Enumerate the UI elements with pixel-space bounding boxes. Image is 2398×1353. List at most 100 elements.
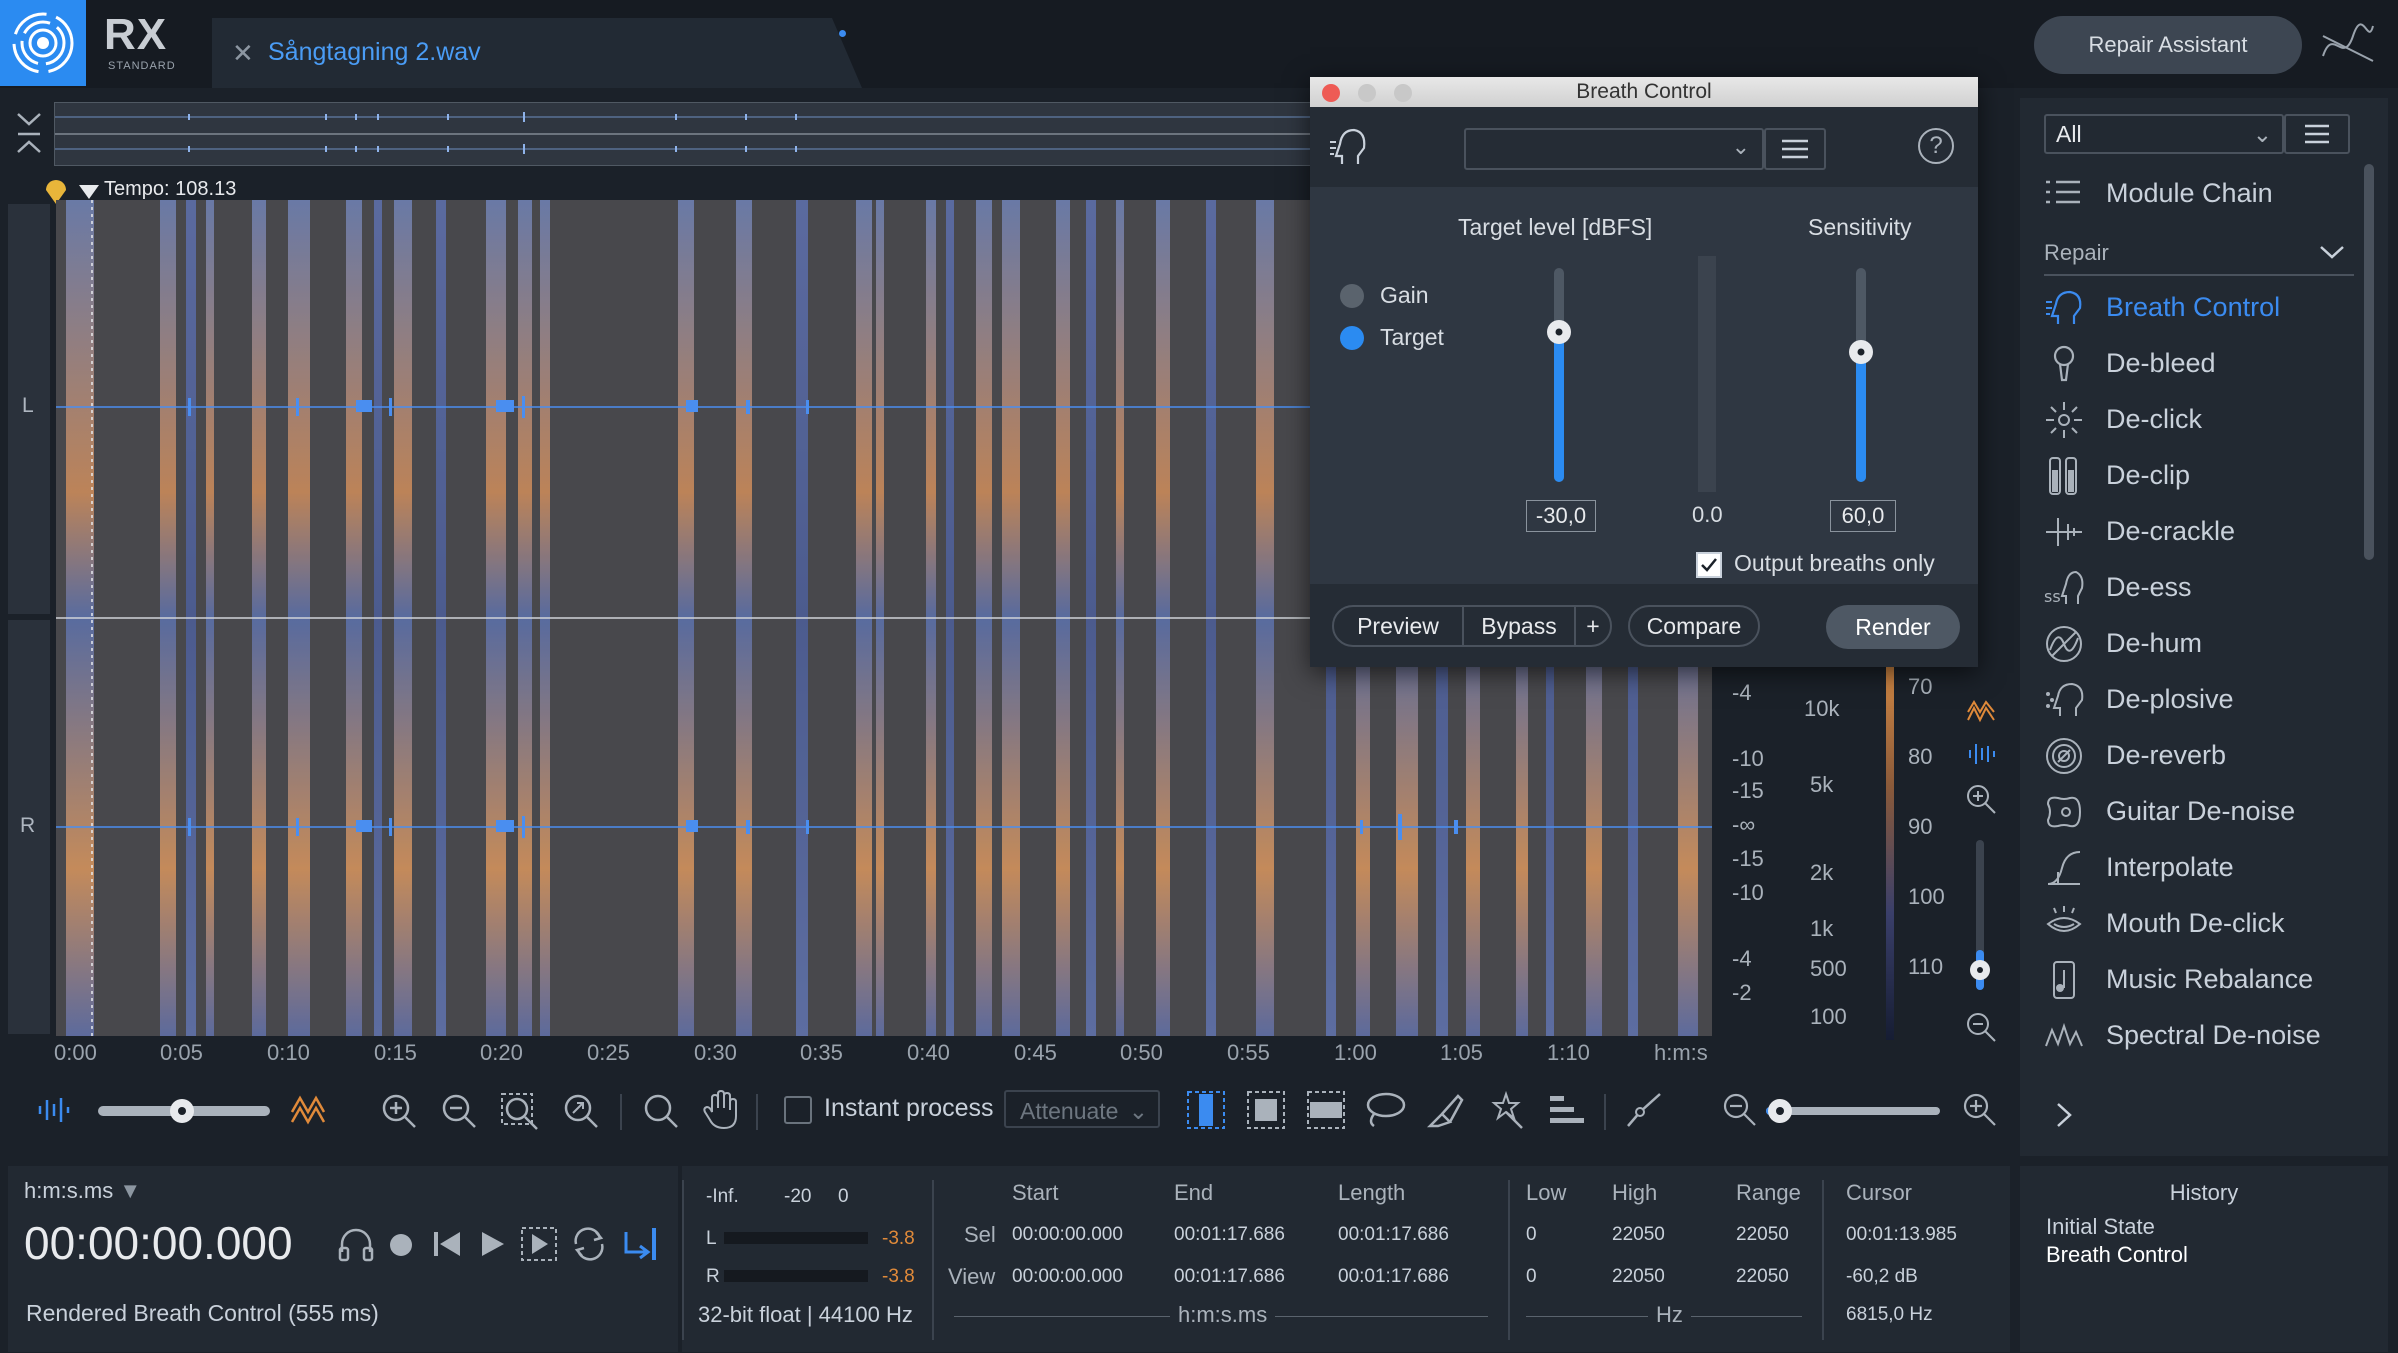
spectrogram-opacity-icon[interactable]: [290, 1094, 330, 1126]
tempo-triangle-icon[interactable]: [78, 184, 100, 200]
lasso-tool-icon[interactable]: [1364, 1090, 1406, 1130]
instant-process-mode-select[interactable]: Attenuate ⌄: [1004, 1090, 1160, 1128]
module-label: Mouth De-click: [2106, 908, 2285, 938]
module-item-breath-control[interactable]: Breath Control: [2044, 282, 2354, 338]
target-radio[interactable]: [1340, 326, 1364, 350]
module-item-guitar-de-noise[interactable]: Guitar De-noise: [2044, 786, 2354, 842]
sel-start[interactable]: 00:00:00.000: [1012, 1224, 1123, 1246]
time-axis[interactable]: 0:00 0:05 0:10 0:15 0:20 0:25 0:30 0:35 …: [54, 1040, 1734, 1070]
chevron-down-icon[interactable]: [2318, 242, 2346, 262]
gain-radio[interactable]: [1340, 284, 1364, 308]
view-length[interactable]: 00:01:17.686: [1338, 1266, 1449, 1288]
play-icon[interactable]: [480, 1230, 506, 1258]
current-time-display[interactable]: 00:00:00.000: [24, 1216, 293, 1270]
zoom-fit-icon[interactable]: [562, 1092, 600, 1130]
render-button[interactable]: Render: [1826, 605, 1960, 649]
tempo-label[interactable]: Tempo: 108.13: [104, 178, 236, 201]
view-range[interactable]: 22050: [1736, 1266, 1789, 1288]
time-selection-tool-icon[interactable]: [1186, 1090, 1226, 1130]
target-level-slider[interactable]: [1544, 266, 1574, 486]
module-item-de-crackle[interactable]: De-crackle: [2044, 506, 2354, 562]
module-item-spectral-de-noise[interactable]: Spectral De-noise: [2044, 1010, 2354, 1066]
zoom-tool-icon[interactable]: [642, 1092, 680, 1130]
waveform-view-icon[interactable]: [1966, 742, 1996, 766]
brush-tool-icon[interactable]: [1426, 1090, 1466, 1130]
zoom-out-icon[interactable]: [440, 1092, 478, 1130]
module-item-de-plosive[interactable]: De-plosive: [2044, 674, 2354, 730]
vertical-zoom-slider[interactable]: [1970, 840, 1990, 1000]
harmonic-selection-tool-icon[interactable]: [1546, 1090, 1586, 1130]
sel-high[interactable]: 22050: [1612, 1224, 1665, 1246]
sel-end[interactable]: 00:01:17.686: [1174, 1224, 1285, 1246]
preview-button[interactable]: Preview: [1332, 605, 1464, 647]
signal-chain-icon[interactable]: [2318, 16, 2378, 76]
module-item-music-rebalance[interactable]: Music Rebalance: [2044, 954, 2354, 1010]
view-start[interactable]: 00:00:00.000: [1012, 1266, 1123, 1288]
preset-menu-button[interactable]: [1764, 128, 1826, 170]
file-tab-name[interactable]: Sångtagning 2.wav: [268, 38, 481, 67]
play-selection-icon[interactable]: [520, 1226, 558, 1262]
view-high[interactable]: 22050: [1612, 1266, 1665, 1288]
module-item-de-ess[interactable]: ss De-ess: [2044, 562, 2354, 618]
history-title: History: [2169, 1180, 2239, 1205]
zoom-in-vertical-icon[interactable]: [1964, 782, 1998, 816]
close-tab-icon[interactable]: ✕: [232, 38, 254, 69]
chevron-right-icon[interactable]: [2052, 1100, 2076, 1130]
view-blend-slider[interactable]: [98, 1098, 270, 1124]
view-low[interactable]: 0: [1526, 1266, 1537, 1288]
module-filter-select[interactable]: All ⌄: [2044, 114, 2284, 154]
izotope-logo-icon[interactable]: [0, 0, 86, 86]
hand-tool-icon[interactable]: [702, 1090, 740, 1130]
skip-to-start-icon[interactable]: [432, 1230, 462, 1258]
history-item[interactable]: Initial State: [2046, 1214, 2155, 1240]
sensitivity-slider[interactable]: [1846, 266, 1876, 486]
magic-wand-tool-icon[interactable]: [1486, 1090, 1526, 1130]
module-item-de-clip[interactable]: De-clip: [2044, 450, 2354, 506]
output-breaths-only-checkbox[interactable]: [1696, 552, 1722, 578]
amplitude-frequency-axis[interactable]: -4 -10 -15 -∞ -15 -10 -4 -2 10k 5k 2k 1k…: [1712, 660, 1982, 1040]
bypass-button[interactable]: Bypass: [1462, 605, 1576, 647]
sel-range[interactable]: 22050: [1736, 1224, 1789, 1246]
module-item-de-click[interactable]: De-click: [2044, 394, 2354, 450]
gain-envelope-tool-icon[interactable]: [1624, 1090, 1664, 1130]
module-item-mouth-de-click[interactable]: Mouth De-click: [2044, 898, 2354, 954]
module-item-interpolate[interactable]: Interpolate: [2044, 842, 2354, 898]
headphones-icon[interactable]: [336, 1226, 376, 1262]
zoom-out-vertical-icon[interactable]: [1964, 1010, 1998, 1044]
spectrogram-view-icon[interactable]: [1966, 700, 1996, 724]
compare-button[interactable]: Compare: [1628, 605, 1760, 647]
triangle-down-icon: ▼: [119, 1178, 142, 1203]
sel-low[interactable]: 0: [1526, 1224, 1537, 1246]
instant-process-checkbox[interactable]: [784, 1096, 812, 1124]
sensitivity-value[interactable]: 60,0: [1830, 500, 1896, 532]
zoom-in-icon[interactable]: [380, 1092, 418, 1130]
module-item-de-bleed[interactable]: De-bleed: [2044, 338, 2354, 394]
zoom-selection-icon[interactable]: [500, 1092, 540, 1132]
horizontal-zoom-slider[interactable]: [1766, 1098, 1940, 1124]
sel-length[interactable]: 00:01:17.686: [1338, 1224, 1449, 1246]
module-item-de-reverb[interactable]: De-reverb: [2044, 730, 2354, 786]
waveform-opacity-icon[interactable]: [36, 1096, 70, 1124]
view-end[interactable]: 00:01:17.686: [1174, 1266, 1285, 1288]
target-level-value[interactable]: -30,0: [1526, 500, 1596, 532]
waveform-overview[interactable]: [54, 102, 1312, 166]
module-label: Spectral De-noise: [2106, 1020, 2321, 1050]
module-menu-button[interactable]: [2284, 114, 2350, 154]
module-chain-item[interactable]: Module Chain: [2044, 168, 2354, 224]
time-format-select[interactable]: h:m:s.ms ▼: [24, 1178, 141, 1204]
module-item-de-hum[interactable]: De-hum: [2044, 618, 2354, 674]
horizontal-zoom-out-icon[interactable]: [1722, 1092, 1758, 1128]
app-logo-subtitle: STANDARD: [108, 60, 176, 72]
loop-icon[interactable]: [570, 1226, 608, 1262]
module-list-scrollbar[interactable]: [2364, 164, 2374, 560]
collapse-overview-icon[interactable]: [14, 108, 44, 158]
help-icon[interactable]: ?: [1918, 128, 1954, 164]
preset-select[interactable]: ⌄: [1464, 128, 1764, 170]
horizontal-zoom-in-icon[interactable]: [1962, 1092, 1998, 1128]
time-frequency-selection-tool-icon[interactable]: [1246, 1090, 1286, 1130]
history-item-current[interactable]: Breath Control: [2046, 1242, 2188, 1268]
return-to-start-icon[interactable]: [622, 1226, 660, 1262]
frequency-selection-tool-icon[interactable]: [1306, 1090, 1346, 1130]
repair-assistant-button[interactable]: Repair Assistant: [2034, 16, 2302, 74]
record-icon[interactable]: [388, 1232, 414, 1258]
